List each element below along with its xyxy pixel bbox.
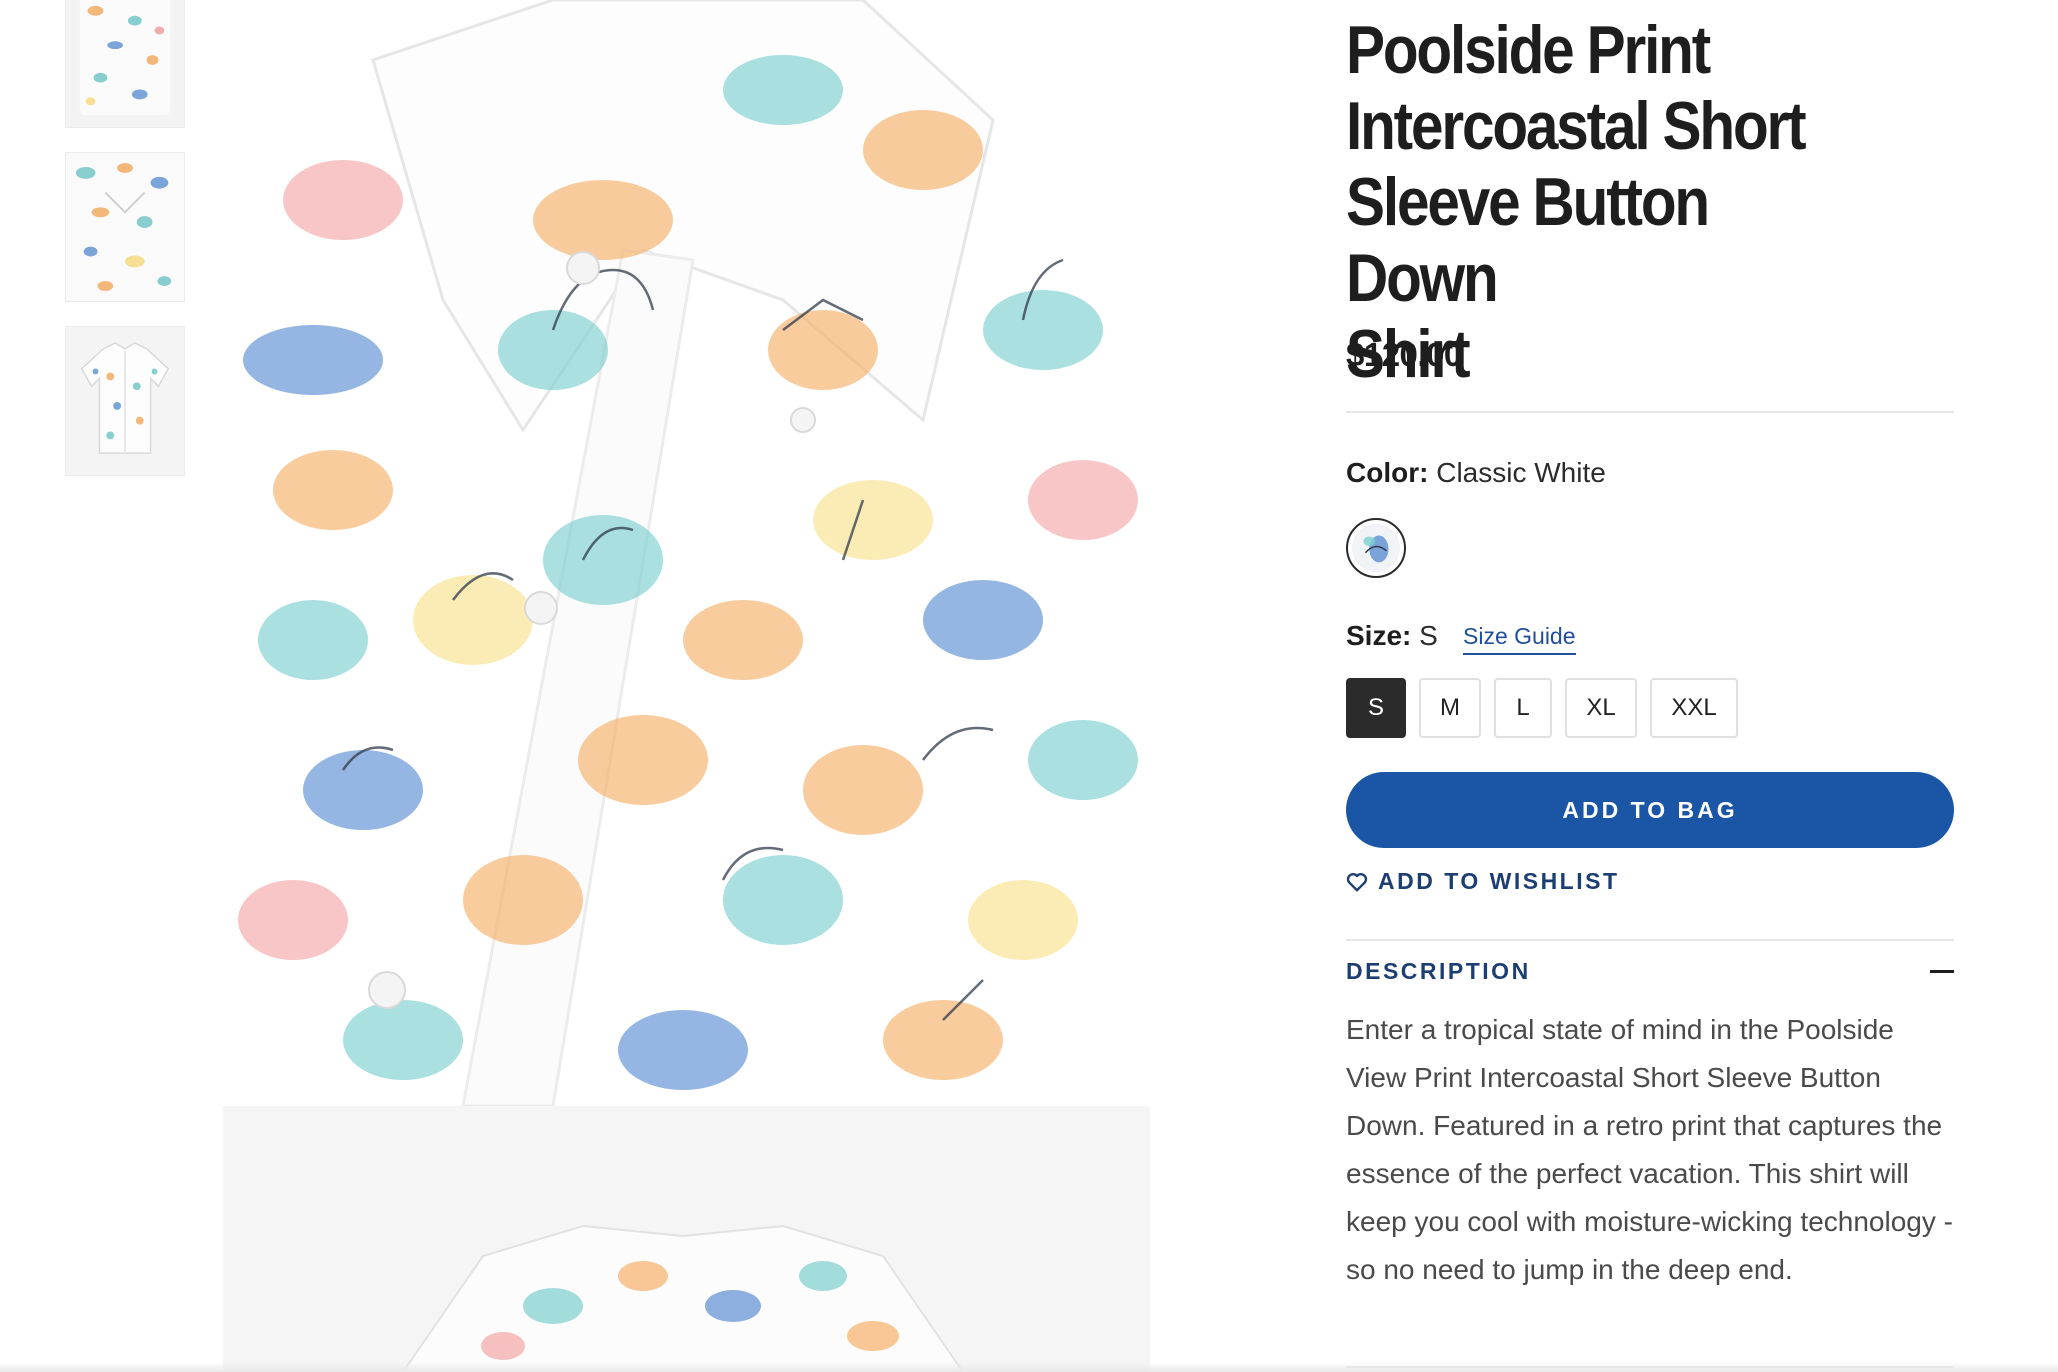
size-option-m[interactable]: M bbox=[1419, 678, 1481, 738]
size-option-l[interactable]: L bbox=[1494, 678, 1552, 738]
size-option-s[interactable]: S bbox=[1346, 678, 1406, 738]
thumbnail-front-view[interactable] bbox=[65, 326, 185, 476]
thumbnail-image bbox=[66, 153, 184, 301]
heart-outline-icon bbox=[1346, 872, 1368, 891]
main-product-image[interactable] bbox=[223, 0, 1150, 1106]
wishlist-label: ADD TO WISHLIST bbox=[1378, 868, 1620, 894]
size-label: Size: bbox=[1346, 620, 1412, 651]
thumbnail-image bbox=[66, 327, 184, 475]
color-swatch-classic-white[interactable] bbox=[1346, 518, 1406, 578]
shirt-print-illustration bbox=[223, 0, 1150, 1106]
add-to-wishlist-button[interactable]: ADD TO WISHLIST bbox=[1346, 868, 1620, 895]
size-guide-link[interactable]: Size Guide bbox=[1463, 623, 1576, 655]
description-accordion-header[interactable]: DESCRIPTION bbox=[1346, 958, 1954, 985]
size-option-xl[interactable]: XL bbox=[1565, 678, 1637, 738]
divider bbox=[1346, 939, 1954, 941]
product-price: $120.00 bbox=[1346, 336, 1462, 373]
minus-icon bbox=[1930, 970, 1954, 973]
color-value: Classic White bbox=[1436, 457, 1606, 488]
description-heading: DESCRIPTION bbox=[1346, 958, 1531, 984]
thumbnail-image bbox=[66, 0, 184, 127]
product-title: Poolside Print Intercoastal Short Sleeve… bbox=[1346, 12, 1807, 392]
divider bbox=[1346, 411, 1954, 413]
secondary-product-image[interactable] bbox=[223, 1106, 1150, 1372]
size-option-xxl[interactable]: XXL bbox=[1650, 678, 1738, 738]
add-to-bag-button[interactable]: ADD TO BAG bbox=[1346, 772, 1954, 848]
size-selection: Size: S bbox=[1346, 620, 1438, 652]
description-text: Enter a tropical state of mind in the Po… bbox=[1346, 1014, 1953, 1285]
shirt-front-illustration bbox=[223, 1106, 1150, 1372]
viewport-bottom-shadow bbox=[0, 1362, 2058, 1372]
size-options: S M L XL XXL bbox=[1346, 678, 1738, 738]
thumbnail-collar-detail[interactable] bbox=[65, 152, 185, 302]
color-label: Color: bbox=[1346, 457, 1429, 488]
thumbnail-flat-lay[interactable] bbox=[65, 0, 185, 128]
size-value: S bbox=[1419, 620, 1438, 651]
swatch-image bbox=[1352, 524, 1400, 572]
color-selection: Color: Classic White bbox=[1346, 457, 1606, 489]
